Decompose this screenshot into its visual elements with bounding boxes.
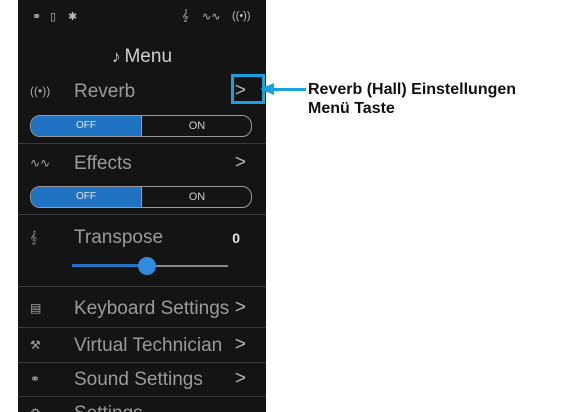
reverb-on-option[interactable]: ON — [141, 116, 251, 136]
headphones-icon: ⚭ — [30, 372, 41, 386]
headphones-icon: ⚭ — [32, 11, 42, 23]
menu-item-label: Virtual Technician — [74, 335, 223, 356]
menu-item-label: Keyboard Settings — [74, 298, 230, 319]
divider — [18, 286, 266, 287]
usb-icon: ▯ — [50, 11, 57, 23]
callout-label: Reverb (Hall) Einstellungen Menü Taste — [308, 80, 516, 118]
sound-settings-chevron[interactable]: > — [235, 368, 246, 390]
menu-item-label: Sound Settings — [74, 369, 203, 390]
transpose-slider-fill — [72, 264, 148, 267]
music-note-icon: ♪ — [111, 47, 121, 66]
reverb-waves-icon: ((•)) — [30, 84, 51, 98]
effects-chevron-button[interactable]: > — [235, 152, 246, 174]
keyboard-icon: ▤ — [30, 301, 42, 315]
reverb-off-option[interactable]: OFF — [31, 116, 141, 136]
bluetooth-icon: ✱ — [68, 11, 78, 23]
reverb-toggle[interactable]: OFF ON — [30, 115, 252, 137]
menu-item-label: Effects — [74, 153, 132, 174]
callout-line-1: Reverb (Hall) Einstellungen — [308, 81, 517, 98]
keyboard-settings-chevron[interactable]: > — [235, 297, 246, 319]
treble-clef-icon: 𝄞 — [182, 10, 189, 22]
menu-item-transpose: 𝄞 Transpose 0 — [18, 222, 266, 256]
divider — [18, 143, 266, 144]
effects-toggle[interactable]: OFF ON — [30, 186, 252, 208]
treble-clef-icon: 𝄞 — [30, 230, 38, 244]
divider — [18, 214, 266, 215]
menu-item-keyboard-settings[interactable]: ▤ Keyboard Settings > — [18, 293, 266, 327]
menu-title: ♪ Menu — [18, 46, 266, 68]
menu-item-effects[interactable]: ∿∿ Effects > — [18, 148, 266, 182]
callout-arrow-line — [272, 88, 306, 91]
callout-line-2: Menü Taste — [308, 100, 395, 117]
divider — [18, 327, 266, 328]
transpose-slider-thumb[interactable] — [138, 257, 156, 275]
effects-on-option[interactable]: ON — [141, 187, 251, 207]
menu-item-virtual-technician[interactable]: ⚒ Virtual Technician > — [18, 330, 266, 364]
menu-item-reverb[interactable]: ((•)) Reverb > — [18, 76, 266, 110]
effects-off-option[interactable]: OFF — [31, 187, 141, 207]
reverb-waves-icon: ((•)) — [232, 10, 251, 22]
status-bar: ⚭ ▯ ✱ 𝄞 ∿∿ ((•)) — [32, 10, 256, 26]
menu-item-label: Settings — [74, 403, 143, 412]
technician-icon: ⚒ — [30, 338, 41, 352]
menu-item-sound-settings[interactable]: ⚭ Sound Settings > — [18, 364, 266, 398]
menu-item-label: Transpose — [74, 227, 164, 248]
effects-wave-icon: ∿∿ — [30, 156, 51, 170]
menu-title-text: Menu — [124, 46, 173, 67]
piano-app-screen: ⚭ ▯ ✱ 𝄞 ∿∿ ((•)) ♪ Menu ((•)) Reverb > OF… — [18, 0, 266, 412]
divider — [18, 396, 266, 397]
menu-item-label: Reverb — [74, 81, 136, 102]
transpose-value: 0 — [232, 230, 240, 246]
virtual-technician-chevron[interactable]: > — [235, 334, 246, 356]
gear-icon: ⚙ — [30, 406, 41, 412]
divider — [18, 362, 266, 363]
effects-wave-icon: ∿∿ — [202, 11, 221, 23]
menu-item-settings[interactable]: ⚙ Settings — [18, 398, 266, 412]
